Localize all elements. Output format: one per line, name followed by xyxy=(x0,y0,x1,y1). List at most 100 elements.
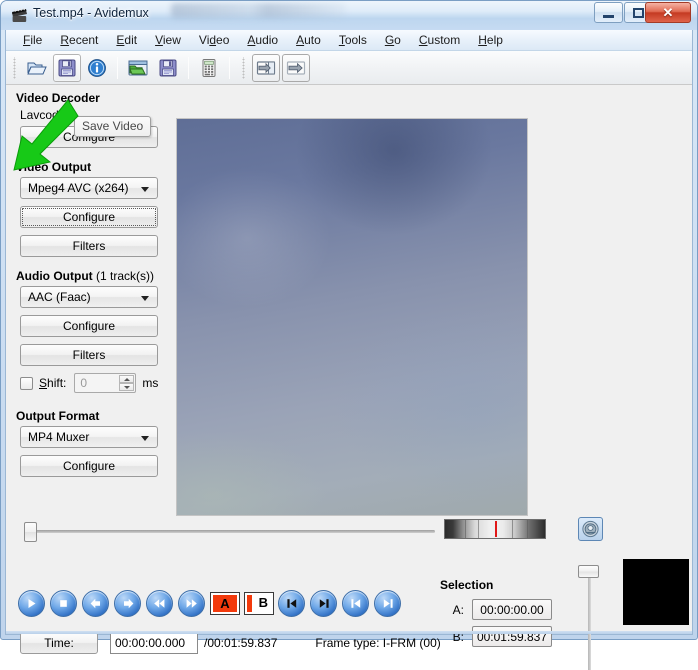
selection-b-value[interactable]: 00:01:59.837 xyxy=(472,626,552,647)
chevron-down-icon xyxy=(141,187,149,192)
video-output-title: Video Output xyxy=(16,160,92,174)
video-output-codec-value: Mpeg4 AVC (x264) xyxy=(28,181,129,195)
encoder-settings-panel: Video Decoder Lavcodec Configure Video O… xyxy=(6,85,174,634)
next-frame-button[interactable] xyxy=(114,589,141,617)
menubar: File Recent Edit View Video Audio Auto T… xyxy=(6,30,692,51)
menu-video[interactable]: Video xyxy=(190,31,239,49)
maximize-icon xyxy=(633,7,644,18)
jump-to-end-icon xyxy=(286,60,306,75)
thumbnail-panel xyxy=(623,559,689,625)
volume-handle[interactable] xyxy=(578,565,599,578)
time-button[interactable]: Time: xyxy=(20,632,98,654)
toolbar-separator-2 xyxy=(188,56,189,79)
menu-edit[interactable]: Edit xyxy=(107,31,146,49)
go-to-marker-b-button[interactable] xyxy=(310,589,337,617)
audio-shift-stepper[interactable]: 0 xyxy=(74,373,137,393)
seek-handle[interactable] xyxy=(24,522,37,542)
audio-output-title-text: Audio Output xyxy=(16,269,93,283)
selection-a-row: A: 00:00:00.00 xyxy=(440,599,570,620)
selection-title: Selection xyxy=(440,578,494,592)
video-output-codec-select[interactable]: Mpeg4 AVC (x264) xyxy=(20,177,158,199)
chevron-down-icon xyxy=(141,436,149,441)
toolbar xyxy=(6,51,692,85)
audio-output-configure-button[interactable]: Configure xyxy=(20,315,158,337)
total-duration-label: /00:01:59.837 xyxy=(204,636,278,650)
marker-b-bar xyxy=(247,594,252,612)
volume-slider[interactable] xyxy=(578,565,600,670)
properties-button[interactable] xyxy=(83,54,111,82)
menu-view[interactable]: View xyxy=(146,31,190,49)
audio-level-meter xyxy=(444,519,546,539)
arrow-right-icon xyxy=(123,598,133,608)
seek-track[interactable] xyxy=(32,530,435,533)
audio-shift-checkbox[interactable] xyxy=(20,376,33,390)
audio-output-track-count: (1 track(s)) xyxy=(95,269,154,283)
menu-custom[interactable]: Custom xyxy=(410,31,469,49)
speaker-button[interactable] xyxy=(578,517,603,541)
close-button[interactable]: ✕ xyxy=(645,2,691,23)
rewind-button[interactable] xyxy=(146,589,173,617)
menu-auto[interactable]: Auto xyxy=(287,31,330,49)
frame-type-label: Frame type: I-FRM (00) xyxy=(315,636,441,650)
meter-tick xyxy=(527,520,528,538)
next-keyframe-button[interactable] xyxy=(374,589,401,617)
jump-to-a-button[interactable] xyxy=(252,53,280,82)
save-video-tooltip: Save Video xyxy=(74,116,152,137)
video-decoder-title: Video Decoder xyxy=(16,91,100,105)
video-output-configure-button[interactable]: Configure xyxy=(20,206,158,228)
play-button[interactable] xyxy=(18,589,45,617)
previous-frame-button[interactable] xyxy=(82,589,109,617)
menu-go[interactable]: Go xyxy=(376,31,410,49)
audio-output-codec-value: AAC (Faac) xyxy=(28,290,91,304)
output-format-select[interactable]: MP4 Muxer xyxy=(20,426,158,448)
minimize-button[interactable] xyxy=(594,2,623,23)
video-output-filters-button[interactable]: Filters xyxy=(20,235,158,257)
toolbar-grip-2[interactable] xyxy=(241,56,248,79)
jump-to-start-icon xyxy=(256,60,276,75)
arrow-left-icon xyxy=(90,598,100,608)
titlebar[interactable]: Test.mp4 - Avidemux ✕ xyxy=(1,1,697,30)
marker-b-button[interactable]: B xyxy=(244,591,274,615)
menu-audio[interactable]: Audio xyxy=(238,31,287,49)
open-video-button[interactable] xyxy=(23,54,51,82)
forward-button[interactable] xyxy=(178,589,205,617)
previous-keyframe-button[interactable] xyxy=(342,589,369,617)
stop-button[interactable] xyxy=(50,589,77,617)
calculator-button[interactable] xyxy=(195,54,223,82)
avidemux-window: Test.mp4 - Avidemux ✕ File Recent Edit V… xyxy=(0,0,698,670)
toolbar-grip[interactable] xyxy=(12,56,19,79)
audio-output-codec-select[interactable]: AAC (Faac) xyxy=(20,286,158,308)
open-folder-icon xyxy=(27,62,47,74)
audio-output-filters-button[interactable]: Filters xyxy=(20,344,158,366)
window-title: Test.mp4 - Avidemux xyxy=(33,6,149,20)
output-format-value: MP4 Muxer xyxy=(28,430,90,444)
volume-track[interactable] xyxy=(588,571,591,670)
menu-file[interactable]: File xyxy=(14,31,51,49)
jump-to-b-button[interactable] xyxy=(282,53,310,82)
selection-a-value[interactable]: 00:00:00.00 xyxy=(472,599,552,620)
toolbar-separator-3 xyxy=(229,56,230,79)
spin-down-button[interactable] xyxy=(119,383,135,391)
skip-end-icon xyxy=(319,598,329,608)
current-time-input[interactable] xyxy=(110,632,198,654)
save-video-button[interactable] xyxy=(53,53,81,82)
go-to-marker-a-button[interactable] xyxy=(278,589,305,617)
client-area: File Recent Edit View Video Audio Auto T… xyxy=(5,30,693,670)
menu-tools[interactable]: Tools xyxy=(330,31,376,49)
audio-output-title: Audio Output (1 track(s)) xyxy=(16,269,174,283)
audio-shift-value: 0 xyxy=(80,376,88,390)
open-project-button[interactable] xyxy=(124,54,152,82)
save-project-button[interactable] xyxy=(154,54,182,82)
minimize-icon xyxy=(603,14,614,18)
output-format-configure-button[interactable]: Configure xyxy=(20,455,158,477)
menu-help[interactable]: Help xyxy=(469,31,512,49)
video-preview[interactable] xyxy=(176,118,528,516)
save-project-icon xyxy=(159,59,177,76)
chevron-down-icon xyxy=(141,296,149,301)
menu-recent[interactable]: Recent xyxy=(51,31,107,49)
audio-shift-spin-buttons[interactable] xyxy=(119,375,135,391)
seek-slider[interactable] xyxy=(20,520,435,542)
spin-up-button[interactable] xyxy=(119,375,135,383)
toolbar-separator-1 xyxy=(117,56,118,79)
marker-a-button[interactable]: A xyxy=(210,591,240,615)
